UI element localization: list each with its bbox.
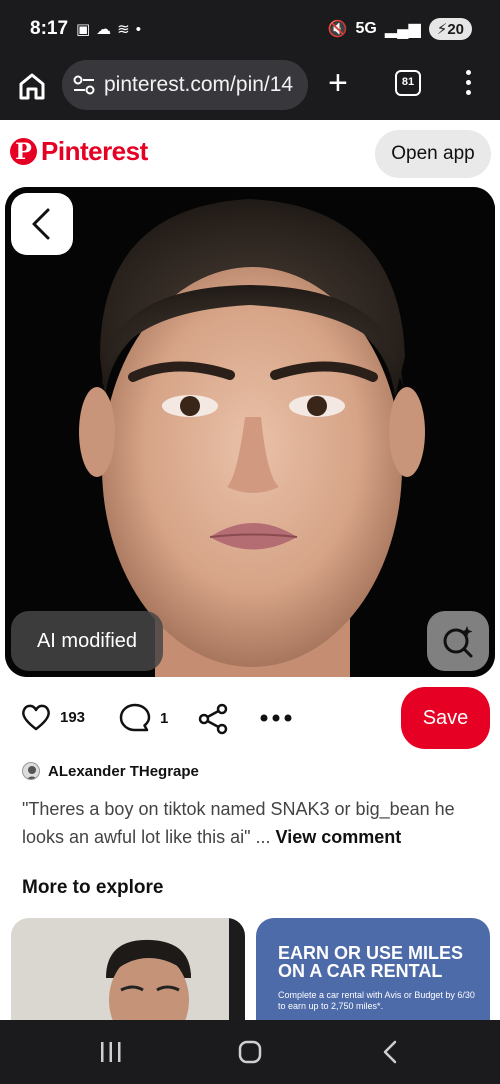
battery-icon: ⚡20 — [428, 18, 472, 40]
avatar — [22, 762, 40, 780]
ad-headline: EARN OR USE MILES ON A CAR RENTAL — [278, 943, 464, 981]
pin-image[interactable]: AI modified — [5, 187, 495, 677]
url-bar[interactable]: pinterest.com/pin/14 — [62, 60, 308, 110]
ai-modified-badge[interactable]: AI modified — [11, 611, 163, 671]
home-icon[interactable] — [16, 70, 48, 102]
url-text: pinterest.com/pin/14 — [104, 73, 294, 96]
chevron-left-icon — [32, 208, 50, 240]
visual-search-button[interactable] — [427, 611, 489, 671]
like-action[interactable]: 193 — [20, 702, 85, 732]
notification-icons: ▣☁≋• — [76, 21, 147, 38]
system-nav-bar — [0, 1020, 500, 1084]
comment-count: 1 — [160, 709, 169, 727]
comment-icon — [119, 703, 151, 732]
pinterest-logo[interactable]: P Pinterest — [10, 136, 148, 167]
new-tab-icon[interactable]: + — [328, 66, 348, 100]
network-label: 5G — [355, 20, 377, 37]
site-settings-icon[interactable] — [72, 74, 96, 96]
ad-subtext: Complete a car rental with Avis or Budge… — [278, 990, 475, 1011]
more-to-explore-heading: More to explore — [22, 877, 164, 898]
signal-icon: ▂▄▆ — [384, 21, 421, 38]
back-nav-icon[interactable] — [380, 1040, 400, 1064]
status-bar: 8:17 ▣☁≋• 🔇 5G ▂▄▆ ⚡20 — [0, 0, 500, 58]
battery-level: 20 — [447, 21, 464, 38]
recents-icon[interactable] — [98, 1040, 124, 1064]
explore-card[interactable] — [11, 918, 245, 1028]
save-button[interactable]: Save — [401, 687, 490, 749]
explore-card-ad[interactable]: EARN OR USE MILES ON A CAR RENTAL Comple… — [256, 918, 490, 1028]
comment-action[interactable]: 1 — [118, 702, 168, 734]
browser-toolbar: pinterest.com/pin/14 + 81 — [0, 58, 500, 120]
pinterest-header: P Pinterest Open app — [0, 120, 500, 184]
tab-switcher-button[interactable]: 81 — [395, 70, 421, 96]
back-button[interactable] — [11, 193, 73, 255]
status-right: 🔇 5G ▂▄▆ ⚡20 — [328, 18, 472, 40]
lens-search-icon — [443, 626, 473, 658]
browser-menu-icon[interactable] — [462, 70, 474, 100]
portrait-illustration — [5, 187, 495, 677]
comment-preview: "Theres a boy on tiktok named SNAK3 or b… — [22, 795, 482, 851]
author-name: ALexander THegrape — [48, 762, 199, 780]
mute-icon: 🔇 — [327, 21, 348, 38]
like-count: 193 — [60, 708, 86, 726]
explore-card-photo — [11, 918, 245, 1028]
heart-icon — [22, 704, 50, 731]
more-options-icon[interactable] — [258, 712, 294, 724]
comment-author[interactable]: ALexander THegrape — [22, 762, 199, 780]
home-nav-icon[interactable] — [238, 1040, 262, 1064]
pin-actions: 193 1 Save — [0, 686, 500, 750]
pinterest-logo-text: Pinterest — [41, 136, 148, 166]
share-icon[interactable] — [197, 703, 229, 735]
view-comment-link[interactable]: View comment — [276, 827, 402, 847]
open-app-button[interactable]: Open app — [375, 130, 491, 178]
pinterest-logo-icon: P — [10, 138, 37, 165]
status-time: 8:17 — [30, 18, 69, 39]
